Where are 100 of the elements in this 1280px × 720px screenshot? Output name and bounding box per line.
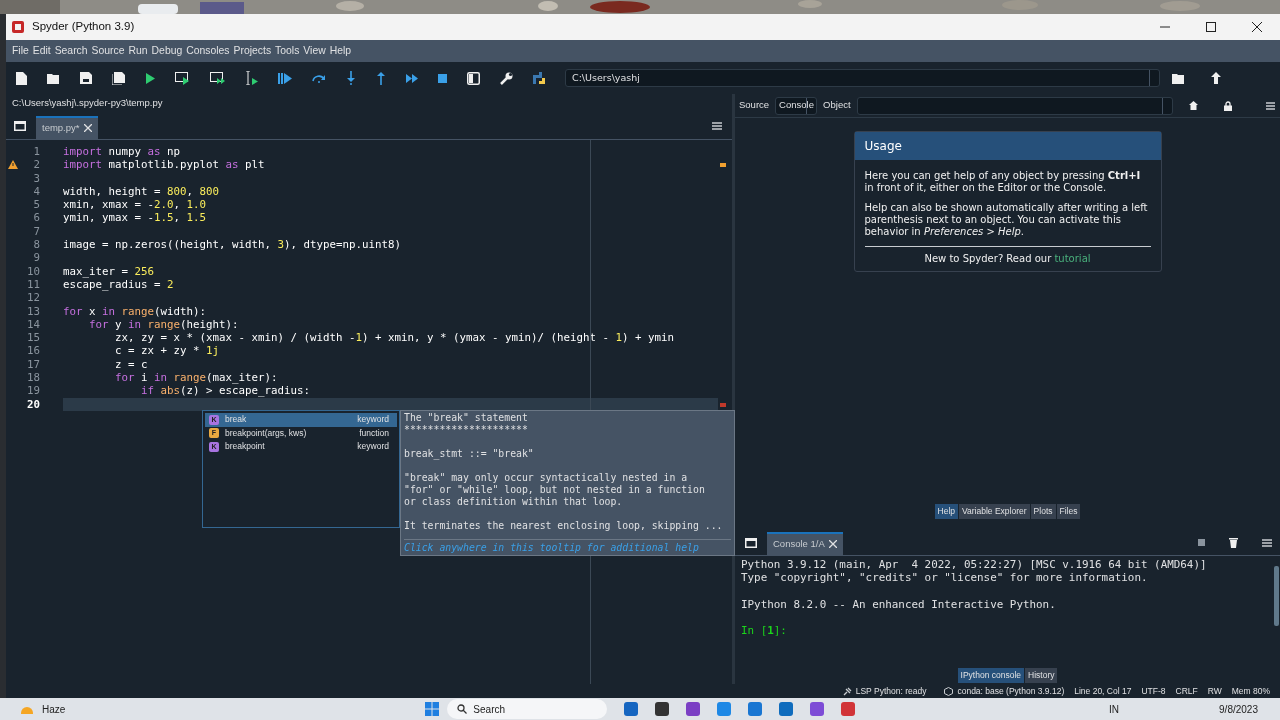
status-text: Line 20, Col 17 [1074, 684, 1132, 698]
line-number: 5 [32, 198, 40, 212]
language-indicator[interactable]: IN [1109, 701, 1120, 717]
code-line: width, height = 800, 800 [63, 184, 221, 199]
help-tooltip[interactable] [400, 410, 735, 556]
code-line: for x in range(width): [63, 304, 208, 318]
tooltip-paragraph: break_stmt ::= "break" [404, 448, 535, 460]
play-icon[interactable] [145, 72, 155, 84]
taskbar-date[interactable]: 9/8/2023 [1219, 701, 1258, 717]
taskbar-app-icon[interactable] [810, 702, 825, 716]
line-number: 9 [32, 251, 40, 265]
file-path: C:\Users\yashj\.spyder-py3\temp.py [12, 95, 163, 110]
code-line: for y in range(height): [88, 317, 240, 332]
windows-logo-icon[interactable] [425, 702, 440, 716]
taskbar-search-field[interactable]: Search [447, 699, 608, 719]
pane-layout-icon[interactable] [467, 71, 480, 85]
menu-item[interactable]: Tools [273, 43, 302, 59]
menu-item[interactable]: Source [89, 43, 127, 59]
source-dropdown[interactable]: Console [775, 96, 818, 115]
line-number: 7 [32, 224, 40, 239]
menu-item[interactable]: Edit [30, 43, 53, 59]
folder-icon[interactable] [1172, 72, 1185, 84]
line-number: 13 [26, 304, 40, 318]
menu-item[interactable]: Consoles [184, 43, 232, 59]
pane-tab[interactable]: Files [1056, 504, 1081, 519]
tutorial-prompt: New to Spyder? Read our [924, 253, 1053, 264]
weather-text[interactable]: Haze [42, 701, 66, 717]
code-line: escape_radius = 2 [63, 277, 175, 292]
save-all-icon[interactable] [112, 71, 125, 85]
tooltip-paragraph: It terminates the nearest enclosing loop, skipping ... [404, 520, 724, 532]
line-number: 16 [26, 344, 40, 358]
up-arrow-icon[interactable] [1211, 72, 1221, 84]
trash-icon[interactable] [1229, 537, 1238, 548]
run-selection-icon[interactable] [245, 71, 258, 85]
status-text: Mem 80% [1231, 684, 1270, 698]
window-title: Spyder (Python 3.9) [32, 19, 135, 35]
lock-icon[interactable] [1223, 100, 1232, 111]
code-line: image = np.zeros((height, width, 3), dtype=np.uint8) [63, 238, 403, 252]
file-icon[interactable] [16, 71, 27, 85]
line-number: 17 [26, 357, 40, 372]
line-number: 20 [26, 397, 40, 411]
status-text: RW [1207, 684, 1222, 698]
line-number: 19 [26, 384, 40, 398]
wrench-icon[interactable] [500, 71, 513, 85]
line-number: 14 [26, 317, 40, 332]
plug-icon [842, 686, 852, 696]
home-icon[interactable] [1188, 101, 1198, 110]
browse-tabs-icon[interactable] [745, 537, 757, 548]
tooltip-rule: ********************* [404, 424, 529, 436]
menu-item[interactable]: Help [327, 43, 354, 59]
code-line: for i in range(max_iter): [114, 371, 279, 385]
scrollbar[interactable] [1274, 566, 1279, 626]
step-over-icon[interactable] [312, 73, 326, 83]
close-icon[interactable] [1252, 22, 1262, 32]
line-number: 1 [32, 145, 40, 159]
tutorial-link[interactable]: tutorial [1054, 253, 1091, 264]
pane-tab[interactable]: History [1025, 668, 1058, 683]
taskbar-app-icon[interactable] [624, 702, 639, 716]
menu-item[interactable]: Projects [231, 43, 274, 59]
taskbar-app-icon[interactable] [655, 702, 670, 716]
menu-item[interactable]: Search [52, 43, 90, 59]
folder-icon[interactable] [47, 72, 60, 84]
line-number: 8 [32, 238, 40, 252]
working-directory-field[interactable]: C:\Users\yashj [565, 69, 1160, 87]
menu-icon[interactable] [1262, 538, 1272, 547]
editor-tab[interactable]: temp.py* [36, 115, 98, 139]
menu-item[interactable]: Run [126, 43, 150, 59]
code-line: max_iter = 256 [63, 264, 156, 278]
line-number: 3 [32, 171, 40, 185]
menu-icon[interactable] [1266, 101, 1275, 110]
snake-logo-icon[interactable] [533, 72, 545, 84]
menu-item[interactable]: View [301, 43, 328, 59]
run-cell-icon[interactable] [175, 71, 190, 85]
menu-icon[interactable] [712, 121, 722, 130]
browse-tabs-icon[interactable] [14, 120, 26, 131]
pane-tab[interactable]: Plots [1030, 504, 1056, 519]
object-field[interactable] [856, 96, 1173, 115]
pane-tab[interactable]: Variable Explorer [959, 504, 1030, 519]
code-line: import numpy as np [63, 145, 182, 159]
fast-forward-icon[interactable] [406, 73, 418, 83]
console-output: IPython 8.2.0 -- An enhanced Interactive Python. [741, 597, 1056, 612]
line-number: 10 [26, 264, 40, 278]
debug-icon[interactable] [278, 72, 292, 84]
source-label: Source [739, 98, 770, 113]
run-cell-advance-icon[interactable] [210, 71, 225, 85]
completion-label: breakpoint(args, kws) [225, 426, 307, 440]
pane-tab[interactable]: IPython console [957, 668, 1024, 683]
maximize-icon[interactable] [1206, 22, 1216, 32]
completion-label: break [225, 413, 247, 427]
console-tab[interactable]: Console 1/A [767, 531, 843, 555]
save-icon[interactable] [80, 72, 92, 84]
step-out-icon[interactable] [376, 71, 386, 85]
pane-tab[interactable]: Help [934, 504, 958, 519]
taskbar-app-icon[interactable] [779, 702, 794, 716]
step-into-icon[interactable] [346, 71, 356, 85]
line-number: 12 [26, 291, 40, 305]
menu-item[interactable]: Debug [149, 43, 185, 59]
taskbar-app-icon[interactable] [686, 702, 701, 716]
menu-item[interactable]: File [10, 43, 31, 59]
stop-icon[interactable] [438, 73, 447, 83]
